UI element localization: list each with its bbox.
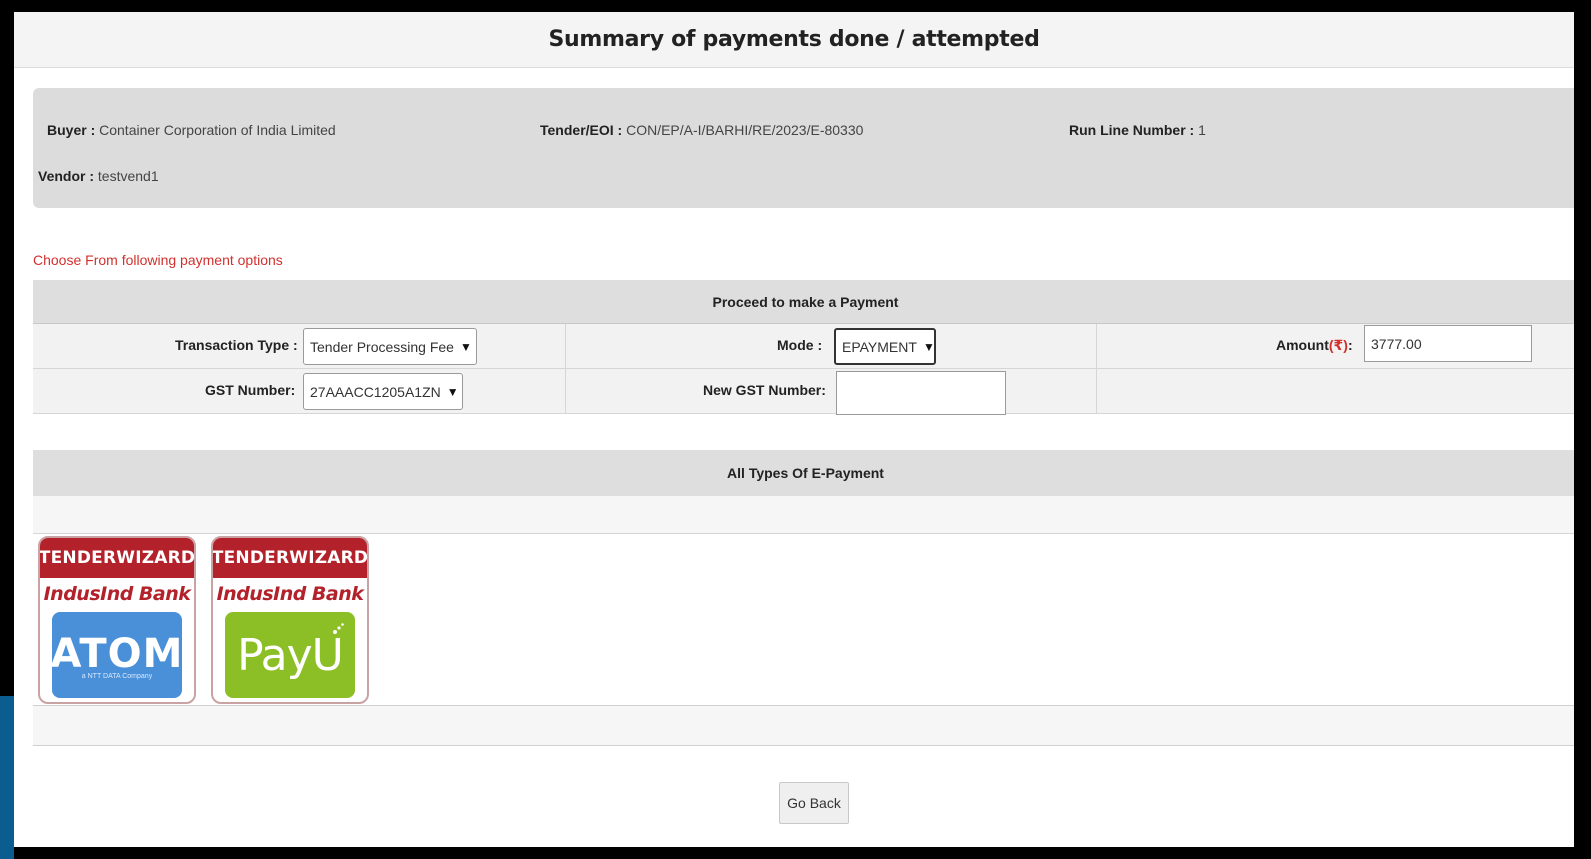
- left-edge-accent: [0, 696, 14, 859]
- buyer-value: Container Corporation of India Limited: [99, 122, 336, 138]
- vendor-info: Vendor : testvend1: [38, 168, 159, 184]
- new-gst-cell: New GST Number:: [566, 369, 1097, 415]
- transaction-type-cell: Transaction Type : Tender Processing Fee…: [33, 324, 566, 368]
- run-line-value: 1: [1198, 122, 1206, 138]
- new-gst-number-input[interactable]: [836, 371, 1006, 415]
- tenderwizard-brand: TENDERWIZARD: [40, 538, 194, 578]
- gst-number-value: 27AAACC1205A1ZN: [310, 383, 441, 400]
- indusind-bank-label: IndusInd Bank: [216, 583, 364, 605]
- payu-gateway-card[interactable]: TENDERWIZARD IndusInd Bank PayU: [211, 536, 369, 704]
- transaction-type-select[interactable]: Tender Processing Fee ▼: [303, 328, 477, 365]
- tender-info-panel: Buyer : Container Corporation of India L…: [33, 88, 1574, 208]
- vendor-value: testvend1: [97, 168, 159, 184]
- payu-logo: PayU: [225, 612, 355, 698]
- atom-logo: ATOM a NTT DATA Company: [50, 612, 184, 698]
- amount-value: 3777.00: [1371, 335, 1422, 352]
- page-title: Summary of payments done / attempted: [548, 27, 1040, 52]
- tender-value: CON/EP/A-I/BARHI/RE/2023/E-80330: [626, 122, 864, 138]
- empty-cell: [1097, 369, 1574, 413]
- indusind-bank-label: IndusInd Bank: [43, 583, 191, 605]
- run-line-label: Run Line Number :: [1069, 122, 1195, 138]
- go-back-button[interactable]: Go Back: [779, 782, 849, 824]
- chevron-down-icon: ▼: [459, 339, 472, 354]
- payment-options-hint: Choose From following payment options: [33, 252, 283, 268]
- gst-label: GST Number:: [205, 382, 296, 398]
- payment-form-row-1: Transaction Type : Tender Processing Fee…: [33, 324, 1574, 369]
- title-bar: Summary of payments done / attempted: [14, 12, 1574, 68]
- mode-value: EPAYMENT: [842, 338, 917, 355]
- gst-cell: GST Number: 27AAACC1205A1ZN ▼: [33, 369, 566, 413]
- mode-label: Mode :: [777, 337, 823, 353]
- epayment-spacer-row: [33, 496, 1574, 534]
- transaction-type-label: Transaction Type :: [175, 337, 298, 353]
- new-gst-label: New GST Number:: [703, 382, 826, 398]
- payment-form-heading: Proceed to make a Payment: [33, 280, 1574, 324]
- gateway-footer-row: [33, 706, 1574, 746]
- payu-logo-text: PayU: [237, 629, 344, 681]
- payment-form-table: Proceed to make a Payment Transaction Ty…: [33, 280, 1574, 415]
- tender-label: Tender/EOI :: [540, 122, 623, 138]
- payment-gateway-row: TENDERWIZARD IndusInd Bank ATOM a NTT DA…: [33, 534, 1574, 706]
- tender-info: Tender/EOI : CON/EP/A-I/BARHI/RE/2023/E-…: [540, 122, 863, 138]
- mode-cell: Mode : EPAYMENT ▼: [566, 324, 1097, 368]
- atom-logo-text: ATOM: [50, 630, 184, 677]
- chevron-down-icon: ▼: [446, 384, 459, 399]
- amount-label: Amount(₹):: [1276, 337, 1353, 353]
- gst-number-select[interactable]: 27AAACC1205A1ZN ▼: [303, 373, 463, 410]
- run-line-info: Run Line Number : 1: [1069, 122, 1206, 138]
- chevron-down-icon: ▼: [922, 339, 935, 354]
- buyer-label: Buyer :: [47, 122, 96, 138]
- epayment-heading: All Types Of E-Payment: [33, 450, 1574, 496]
- payment-form-row-2: GST Number: 27AAACC1205A1ZN ▼ New GST Nu…: [33, 369, 1574, 415]
- mode-select[interactable]: EPAYMENT ▼: [834, 328, 936, 365]
- amount-cell: Amount(₹): 3777.00: [1097, 324, 1574, 368]
- payu-dots-icon: [333, 623, 344, 634]
- atom-gateway-card[interactable]: TENDERWIZARD IndusInd Bank ATOM a NTT DA…: [38, 536, 196, 704]
- tenderwizard-brand: TENDERWIZARD: [213, 538, 367, 578]
- atom-logo-subtext: a NTT DATA Company: [81, 672, 153, 680]
- payment-summary-page: Summary of payments done / attempted Buy…: [14, 12, 1574, 847]
- amount-input[interactable]: 3777.00: [1364, 325, 1532, 362]
- vendor-label: Vendor :: [38, 168, 95, 184]
- buyer-info: Buyer : Container Corporation of India L…: [47, 122, 336, 138]
- transaction-type-value: Tender Processing Fee: [310, 338, 454, 355]
